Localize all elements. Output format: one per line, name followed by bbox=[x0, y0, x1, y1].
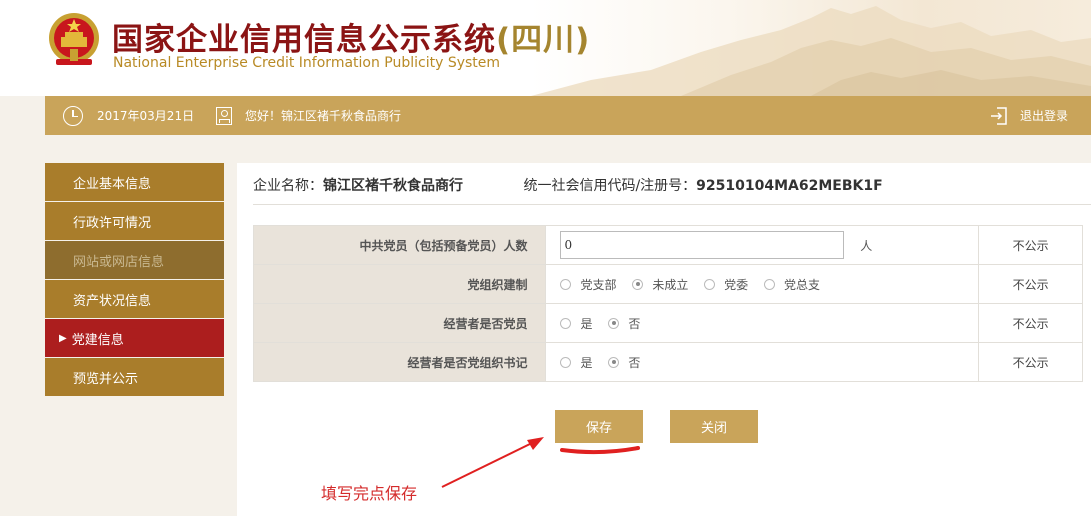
sidebar-item-label: 行政许可情况 bbox=[73, 215, 152, 231]
party-members-field: 人 bbox=[545, 225, 980, 265]
mountain-illustration bbox=[531, 6, 1091, 96]
company-name-label: 企业名称： bbox=[253, 178, 323, 194]
logout-button[interactable]: 退出登录 bbox=[990, 96, 1068, 135]
radio-label: 党总支 bbox=[784, 277, 821, 292]
credit-code-label: 统一社会信用代码/注册号： bbox=[523, 178, 697, 194]
publicity-status: 不公示 bbox=[978, 303, 1083, 343]
date-display: 2017年03月21日 bbox=[63, 96, 194, 135]
radio-party-committee[interactable]: 党委 bbox=[704, 276, 748, 293]
user-greeting: 您好！锦江区褚千秋食品商行 bbox=[216, 96, 401, 135]
radio-party-branch[interactable]: 党支部 bbox=[560, 276, 616, 293]
logout-label: 退出登录 bbox=[1020, 109, 1069, 123]
sidebar-item-admin-license[interactable]: 行政许可情况 bbox=[45, 202, 224, 240]
divider bbox=[253, 204, 1091, 205]
party-members-label: 中共党员（包括预备党员）人数 bbox=[252, 225, 547, 265]
radio-not-established[interactable]: 未成立 bbox=[632, 276, 688, 293]
radio-label: 否 bbox=[628, 316, 641, 331]
party-members-input[interactable] bbox=[560, 231, 845, 259]
operator-member-label: 经营者是否党员 bbox=[252, 303, 547, 343]
radio-no[interactable]: 否 bbox=[608, 354, 640, 371]
radio-label: 未成立 bbox=[652, 277, 689, 292]
publicity-status: 不公示 bbox=[978, 342, 1083, 382]
save-button[interactable]: 保存 bbox=[555, 410, 643, 443]
radio-yes[interactable]: 是 bbox=[560, 354, 592, 371]
sidebar-item-label: 预览并公示 bbox=[73, 371, 139, 387]
form-row-party-org: 党组织建制 党支部 未成立 党委 党总支 不公示 bbox=[252, 264, 1083, 304]
radio-circle-checked bbox=[608, 317, 620, 329]
publicity-status: 不公示 bbox=[978, 225, 1083, 265]
annotation-text: 填写完点保存 bbox=[321, 484, 418, 503]
form-row-party-members: 中共党员（包括预备党员）人数 人 不公示 bbox=[252, 225, 1083, 265]
sidebar-item-label: 党建信息 bbox=[71, 332, 124, 348]
site-title-main: 国家企业信用信息公示系统 bbox=[112, 22, 496, 58]
sidebar-item-asset-status[interactable]: 资产状况信息 bbox=[45, 280, 224, 318]
greeting-text: 您好！锦江区褚千秋食品商行 bbox=[245, 109, 402, 123]
sidebar-item-preview-publish[interactable]: 预览并公示 bbox=[45, 358, 224, 396]
sidebar-item-label: 企业基本信息 bbox=[73, 176, 152, 192]
sidebar-item-party-building[interactable]: ▶ 党建信息 bbox=[45, 319, 224, 357]
form-row-operator-secretary: 经营者是否党组织书记 是 否 不公示 bbox=[252, 342, 1083, 382]
radio-label: 党支部 bbox=[580, 277, 617, 292]
site-title: 国家企业信用信息公示系统(四川) bbox=[112, 14, 590, 59]
radio-circle-checked bbox=[608, 356, 620, 368]
publicity-status: 不公示 bbox=[978, 264, 1083, 304]
radio-yes[interactable]: 是 bbox=[560, 315, 592, 332]
company-info-line: 企业名称：锦江区褚千秋食品商行 统一社会信用代码/注册号：92510104MA6… bbox=[253, 175, 883, 195]
site-header: 国家企业信用信息公示系统(四川) National Enterprise Cre… bbox=[0, 0, 1091, 96]
operator-member-field: 是 否 bbox=[545, 303, 980, 343]
radio-label: 是 bbox=[580, 316, 593, 331]
sidebar-item-label: 网站或网店信息 bbox=[73, 254, 165, 270]
top-info-bar: 2017年03月21日 您好！锦江区褚千秋食品商行 退出登录 bbox=[45, 96, 1091, 135]
national-emblem-icon bbox=[49, 13, 99, 65]
company-name: 锦江区褚千秋食品商行 bbox=[323, 178, 463, 194]
radio-circle bbox=[560, 278, 572, 290]
sidebar-nav: 企业基本信息 行政许可情况 网站或网店信息 资产状况信息 ▶ 党建信息 预览并公… bbox=[45, 163, 224, 397]
party-info-form: 中共党员（包括预备党员）人数 人 不公示 党组织建制 党支部 未成立 党委 党总… bbox=[252, 225, 1083, 382]
site-title-english: National Enterprise Credit Information P… bbox=[113, 55, 501, 71]
active-arrow-icon: ▶ bbox=[59, 332, 67, 344]
radio-label: 党委 bbox=[724, 277, 749, 292]
site-title-region: (四川) bbox=[496, 22, 591, 58]
clock-icon bbox=[63, 105, 83, 126]
sidebar-item-label: 资产状况信息 bbox=[73, 293, 152, 309]
party-org-field: 党支部 未成立 党委 党总支 bbox=[545, 264, 980, 304]
sidebar-item-basic-info[interactable]: 企业基本信息 bbox=[45, 163, 224, 201]
radio-label: 否 bbox=[628, 355, 641, 370]
party-org-label: 党组织建制 bbox=[252, 264, 547, 304]
form-row-operator-member: 经营者是否党员 是 否 不公示 bbox=[252, 303, 1083, 343]
radio-circle bbox=[764, 278, 775, 290]
credit-code: 92510104MA62MEBK1F bbox=[696, 178, 883, 194]
radio-circle bbox=[560, 317, 572, 329]
sidebar-item-website-info: 网站或网店信息 bbox=[45, 241, 224, 279]
close-button[interactable]: 关闭 bbox=[670, 410, 758, 443]
radio-circle-checked bbox=[632, 278, 644, 290]
radio-general-branch[interactable]: 党总支 bbox=[764, 276, 820, 293]
radio-label: 是 bbox=[580, 355, 593, 370]
user-card-icon bbox=[216, 106, 232, 125]
radio-no[interactable]: 否 bbox=[608, 315, 640, 332]
operator-secretary-field: 是 否 bbox=[545, 342, 980, 382]
radio-circle bbox=[704, 278, 716, 290]
unit-label: 人 bbox=[860, 238, 873, 253]
date-text: 2017年03月21日 bbox=[97, 109, 195, 123]
radio-circle bbox=[560, 356, 572, 368]
main-panel: 企业名称：锦江区褚千秋食品商行 统一社会信用代码/注册号：92510104MA6… bbox=[237, 163, 1091, 516]
operator-secretary-label: 经营者是否党组织书记 bbox=[252, 342, 547, 382]
logout-icon bbox=[991, 106, 1007, 125]
